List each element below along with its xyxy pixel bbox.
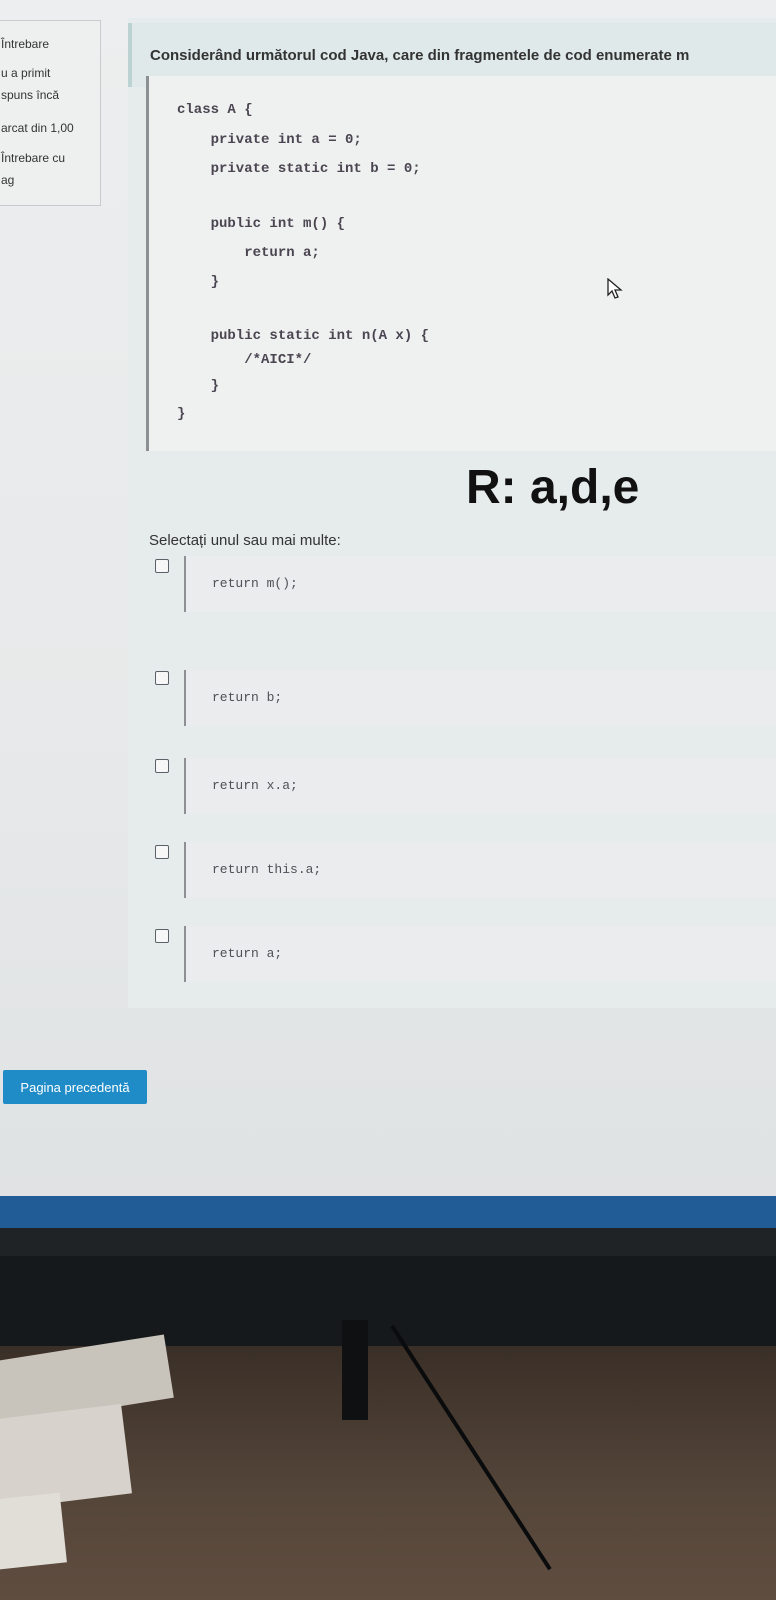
option-code: return m(); [212, 576, 298, 591]
monitor-stand [342, 1320, 368, 1420]
option-code: return a; [212, 946, 283, 961]
option-code: return this.a; [212, 862, 322, 877]
code-line: private int a = 0; [177, 132, 362, 148]
taskbar [0, 1196, 776, 1228]
book [0, 1403, 132, 1510]
option-code-box[interactable]: return a; [184, 926, 776, 982]
book [0, 1492, 67, 1570]
code-line: public static int n(A x) { [177, 328, 430, 344]
question-text: Considerând următorul cod Java, care din… [150, 47, 690, 64]
info-line: ag [1, 173, 15, 187]
info-line: u a primit [1, 66, 51, 80]
mouse-pointer-icon [607, 278, 623, 299]
previous-page-button[interactable]: Pagina precedentă [3, 1070, 147, 1104]
code-line: private static int b = 0; [177, 161, 421, 177]
info-line: Întrebare [1, 37, 50, 51]
code-line: } [177, 274, 220, 290]
option-checkbox[interactable] [155, 929, 169, 943]
flag-question-link[interactable]: Întrebare cu [1, 151, 65, 165]
option-checkbox[interactable] [155, 759, 169, 773]
code-line: /*AICI*/ [177, 352, 312, 368]
code-line: public int m() { [177, 216, 346, 232]
monitor-bezel [0, 1256, 776, 1346]
select-instruction: Selectați unul sau mai multe: [149, 532, 341, 549]
code-block: class A { private int a = 0; private sta… [146, 76, 776, 451]
option-code: return b; [212, 690, 283, 705]
option-checkbox[interactable] [155, 845, 169, 859]
monitor-screen: Întrebare u a primit spuns încă arcat di… [0, 0, 776, 1228]
option-code-box[interactable]: return x.a; [184, 758, 776, 814]
option-checkbox[interactable] [155, 671, 169, 685]
code-line: } [177, 406, 186, 422]
code-line: return a; [177, 245, 320, 261]
code-line: class A { [177, 102, 253, 118]
code-line: } [177, 378, 220, 394]
option-code-box[interactable]: return m(); [184, 556, 776, 612]
option-code: return x.a; [212, 778, 298, 793]
info-line: spuns încă [1, 88, 60, 102]
info-line: arcat din 1,00 [1, 121, 74, 135]
option-code-box[interactable]: return this.a; [184, 842, 776, 898]
option-checkbox[interactable] [155, 559, 169, 573]
option-code-box[interactable]: return b; [184, 670, 776, 726]
answer-note: R: a,d,e [466, 461, 640, 514]
question-info-panel: Întrebare u a primit spuns încă arcat di… [0, 20, 101, 206]
